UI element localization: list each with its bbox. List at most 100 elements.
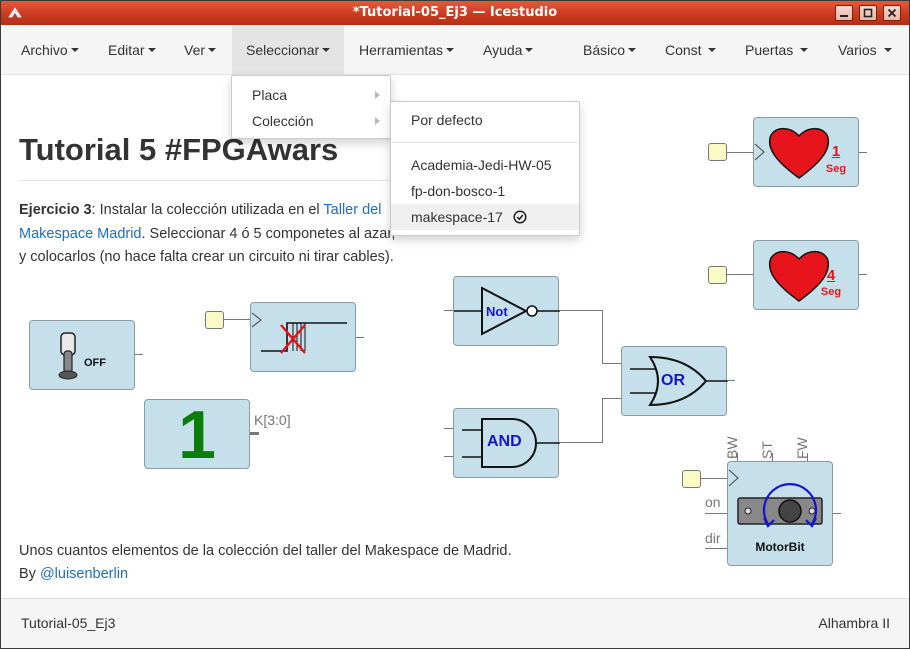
collection-item-academia[interactable]: Academia-Jedi-HW-05 (391, 152, 579, 178)
clock-pin[interactable] (708, 143, 727, 161)
heart-interval-unit: Seg (820, 286, 842, 298)
clock-pin[interactable] (682, 470, 701, 488)
not-gate-block[interactable]: Not (453, 276, 560, 346)
coleccion-submenu: Por defecto Academia-Jedi-HW-05 fp-don-b… (390, 101, 580, 236)
menu-item-label: fp-don-bosco-1 (411, 183, 506, 199)
caret-down-icon (800, 48, 809, 53)
menu-label: Varios (838, 42, 877, 58)
menu-const[interactable]: Const (665, 25, 717, 75)
caret-down-icon (628, 48, 637, 53)
menu-seleccionar[interactable]: Seleccionar (232, 25, 344, 75)
heart-icon (768, 250, 830, 302)
menu-label: Const (665, 42, 702, 58)
input-wire (727, 274, 753, 275)
menu-ver[interactable]: Ver (184, 25, 217, 75)
menu-ayuda[interactable]: Ayuda (483, 25, 534, 75)
exercise-label: Ejercicio 3 (19, 202, 92, 218)
info-footer: Unos cuantos elementos de la colección d… (19, 540, 511, 586)
status-bar: Tutorial-05_Ej3 Alhambra II (1, 598, 909, 648)
wire (559, 442, 603, 443)
footer-line: Unos cuantos elementos de la colección d… (19, 543, 512, 559)
menu-item-label: Colección (252, 113, 314, 129)
wire (559, 310, 603, 311)
status-board-name[interactable]: Alhambra II (818, 615, 890, 631)
caret-down-icon (147, 48, 156, 53)
menu-puertas[interactable]: Puertas (745, 25, 809, 75)
submenu-arrow-icon (375, 117, 380, 125)
menu-label: Editar (108, 42, 145, 58)
pulse-block[interactable] (250, 302, 356, 372)
wire (602, 310, 603, 364)
footer-by: By (19, 566, 40, 582)
heart-interval-unit: Seg (825, 163, 847, 175)
caret-down-icon (525, 48, 534, 53)
menu-label: Archivo (21, 42, 68, 58)
caret-down-icon (208, 48, 217, 53)
menu-archivo[interactable]: Archivo (21, 25, 79, 75)
collection-item-fp-don-bosco[interactable]: fp-don-bosco-1 (391, 178, 579, 204)
collection-item-default[interactable]: Por defecto (391, 107, 579, 133)
menu-item-coleccion[interactable]: Colección (232, 108, 390, 134)
close-button[interactable] (883, 5, 901, 21)
minimize-button[interactable] (835, 5, 853, 21)
or-gate-block[interactable]: OR (621, 346, 728, 416)
maximize-button[interactable] (859, 5, 877, 21)
heartbeat-1s-block[interactable]: 1 Seg (753, 117, 859, 187)
display-digit: 1 (178, 397, 216, 473)
menu-herramientas[interactable]: Herramientas (359, 25, 455, 75)
input-wire (727, 152, 753, 153)
collection-item-makespace[interactable]: makespace-17 (391, 204, 579, 230)
input-wire (705, 548, 727, 549)
menu-item-placa[interactable]: Placa (232, 82, 390, 108)
author-link[interactable]: @luisenberlin (40, 566, 128, 582)
menu-item-label: makespace-17 (411, 209, 503, 225)
toggle-switch-icon (58, 332, 78, 380)
check-circle-icon (513, 210, 527, 224)
output-wire (859, 274, 867, 275)
title-bar: *Tutorial-05_Ej3 — Icestudio (1, 1, 909, 25)
close-icon (887, 8, 897, 18)
menu-item-label: Academia-Jedi-HW-05 (411, 157, 552, 173)
menu-label: Herramientas (359, 42, 444, 58)
window-title: *Tutorial-05_Ej3 — Icestudio (352, 5, 558, 20)
heartbeat-4s-block[interactable]: 4 Seg (753, 240, 859, 310)
menu-varios[interactable]: Varios (838, 25, 892, 75)
menu-label: Ver (184, 42, 206, 58)
or-gate-label: OR (661, 372, 685, 389)
display-block[interactable]: 1 (144, 397, 250, 473)
caret-down-icon (883, 48, 892, 53)
switch-block[interactable]: OFF (29, 320, 135, 390)
menu-divider (392, 142, 578, 143)
submenu-arrow-icon (375, 91, 380, 99)
heart-interval-number: 4 (826, 267, 836, 284)
menu-label: Puertas (745, 42, 794, 58)
caret-down-icon (70, 48, 79, 53)
clock-pin[interactable] (708, 266, 727, 284)
caret-down-icon (322, 48, 331, 53)
input-wire (224, 319, 250, 320)
menu-label: Ayuda (483, 42, 523, 58)
menu-item-label: Placa (252, 87, 288, 103)
clock-pin[interactable] (205, 311, 224, 329)
motorbit-block[interactable]: MotorBit (727, 461, 833, 566)
motor-input-on: on (705, 494, 721, 510)
wire (602, 363, 622, 364)
port-label: K[3:0] (254, 412, 291, 428)
menu-bar: Archivo Editar Ver Seleccionar Herramien… (1, 25, 909, 75)
menu-basico[interactable]: Básico (583, 25, 637, 75)
divider (19, 180, 399, 181)
input-wire (701, 478, 727, 479)
heart-interval-number: 1 (831, 143, 841, 160)
input-wire (705, 513, 727, 514)
motor-input-dir: dir (705, 530, 721, 546)
wire (602, 398, 603, 443)
output-wire (135, 354, 143, 355)
menu-editar[interactable]: Editar (108, 25, 156, 75)
and-gate-block[interactable]: AND (453, 408, 560, 478)
output-wire (356, 337, 364, 338)
wire (602, 398, 622, 399)
switch-state-label: OFF (84, 357, 106, 369)
menu-item-label: Por defecto (411, 112, 483, 128)
output-wire (833, 513, 841, 514)
motor-label: MotorBit (755, 540, 805, 554)
